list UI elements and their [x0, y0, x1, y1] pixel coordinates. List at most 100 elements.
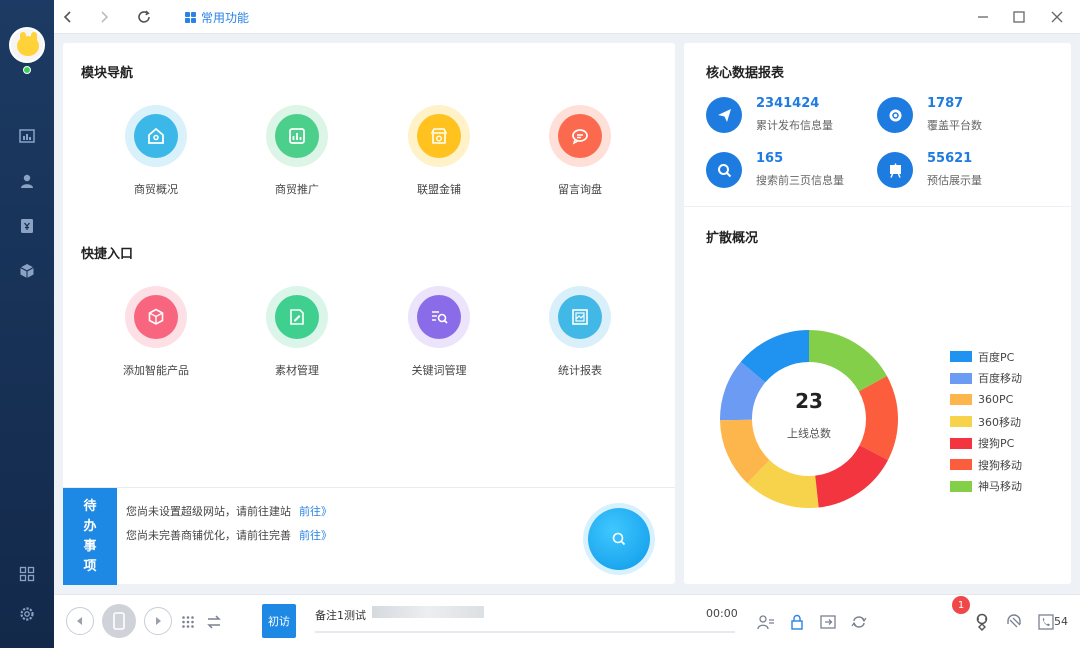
- transfer-user-icon[interactable]: [756, 612, 776, 632]
- call-progress: [315, 631, 735, 633]
- todo-item: 您尚未完善商铺优化，请前往完善 前往》: [126, 527, 332, 543]
- tile-label: 商贸推广: [275, 183, 319, 196]
- close-icon[interactable]: [1046, 6, 1068, 28]
- tile-label: 留言询盘: [558, 183, 602, 196]
- legend-swatch: [950, 459, 972, 471]
- spread-title: 扩散概况: [706, 231, 759, 246]
- chart-icon: [275, 114, 319, 158]
- legend-swatch: [950, 480, 972, 492]
- donut-center-label: 上线总数: [787, 427, 831, 440]
- notification-badge: 1: [952, 596, 970, 614]
- tile-halo: [125, 286, 187, 348]
- search-list-icon: [417, 295, 461, 339]
- tile-label: 关键词管理: [411, 364, 467, 377]
- rail-wallet-icon[interactable]: [18, 217, 36, 235]
- tile-halo: [549, 286, 611, 348]
- donut-slice[interactable]: [809, 330, 887, 392]
- box-icon: [134, 295, 178, 339]
- rail-chart-icon[interactable]: [18, 127, 36, 145]
- rail-settings-icon[interactable]: [18, 605, 36, 623]
- tile-halo: [408, 105, 470, 167]
- tab-common-functions[interactable]: 常用功能: [185, 9, 249, 26]
- legend-swatch: [950, 416, 972, 428]
- back-icon[interactable]: [58, 7, 78, 27]
- report-icon: [558, 295, 602, 339]
- stat-caption: 预估展示量: [927, 174, 982, 187]
- edit-doc-icon: [275, 295, 319, 339]
- tile-label: 添加智能产品: [123, 364, 189, 377]
- todo-goto-link[interactable]: 前往》: [299, 529, 332, 542]
- module-tile-trade-overview[interactable]: 商贸概况: [111, 105, 201, 197]
- refresh-icon[interactable]: [134, 7, 154, 27]
- shortcut-tile-keywords[interactable]: 关键词管理: [394, 286, 484, 378]
- title-bar: 常用功能: [54, 0, 1080, 34]
- stat-value: 165: [756, 151, 784, 166]
- search-icon: [706, 152, 742, 188]
- shortcut-tile-add-product[interactable]: 添加智能产品: [111, 286, 201, 378]
- donut-slice[interactable]: [815, 445, 889, 508]
- legend-swatch: [950, 351, 972, 363]
- rail-cube-icon[interactable]: [18, 262, 36, 280]
- shortcut-tile-report[interactable]: 统计报表: [535, 286, 625, 378]
- spread-donut-chart: [720, 330, 898, 508]
- data-panel: 核心数据报表 2341424 累计发布信息量 1787 覆盖平台数 165 搜索…: [684, 43, 1071, 584]
- online-status-dot: [23, 66, 31, 74]
- todo-goto-link[interactable]: 前往》: [299, 505, 332, 518]
- legend-item[interactable]: 搜狗移动: [950, 454, 1022, 476]
- rail-apps-icon[interactable]: [18, 565, 36, 583]
- stat-value: 2341424: [756, 96, 820, 111]
- minimize-icon[interactable]: [972, 6, 994, 28]
- dialpad-icon[interactable]: [178, 612, 198, 632]
- stat-caption: 累计发布信息量: [756, 119, 833, 132]
- shop-icon: [417, 114, 461, 158]
- switch-icon[interactable]: [204, 612, 224, 632]
- lock-icon[interactable]: [787, 612, 807, 632]
- stat-value: 1787: [927, 96, 964, 111]
- first-visit-button[interactable]: 初访: [262, 604, 296, 638]
- prev-icon[interactable]: [66, 607, 94, 635]
- legend-label: 360移动: [978, 415, 1021, 429]
- search-fab-button[interactable]: [588, 508, 650, 570]
- forward-icon[interactable]: [94, 7, 114, 27]
- tile-label: 联盟金铺: [417, 183, 461, 196]
- todo-tag: 待 办 事 项: [63, 488, 117, 585]
- redacted-number: [372, 606, 484, 618]
- message-icon: [558, 114, 602, 158]
- legend-item[interactable]: 神马移动: [950, 476, 1022, 498]
- todo-section: 待 办 事 项 您尚未设置超级网站，请前往建站 前往》 您尚未完善商铺优化，请前往…: [63, 487, 675, 585]
- avatar[interactable]: [9, 27, 45, 63]
- shortcut-tile-material[interactable]: 素材管理: [252, 286, 342, 378]
- phone-line-icon[interactable]: [1036, 612, 1056, 632]
- maximize-icon[interactable]: [1008, 6, 1030, 28]
- legend-swatch: [950, 372, 972, 384]
- module-tile-alliance-shop[interactable]: 联盟金铺: [394, 105, 484, 197]
- legend-item[interactable]: 百度移动: [950, 368, 1022, 390]
- agent-icon[interactable]: [972, 612, 992, 632]
- core-stats-title: 核心数据报表: [706, 66, 785, 81]
- disc-icon: [877, 97, 913, 133]
- todo-text: 您尚未设置超级网站，请前往建站: [126, 505, 291, 518]
- mobile-icon[interactable]: [102, 604, 136, 638]
- todo-tag-char: 办: [83, 518, 97, 534]
- tile-halo: [125, 105, 187, 167]
- headset-icon[interactable]: [1004, 612, 1024, 632]
- todo-text: 您尚未完善商铺优化，请前往完善: [126, 529, 291, 542]
- shortcut-title: 快捷入口: [81, 247, 134, 262]
- grid-icon: [185, 12, 196, 23]
- legend-swatch: [950, 394, 972, 406]
- next-icon[interactable]: [144, 607, 172, 635]
- module-tile-inquiry[interactable]: 留言询盘: [535, 105, 625, 197]
- legend-item[interactable]: 360移动: [950, 411, 1022, 433]
- legend-label: 搜狗PC: [978, 437, 1015, 451]
- legend-item[interactable]: 搜狗PC: [950, 432, 1022, 454]
- export-icon[interactable]: [818, 612, 838, 632]
- legend-item[interactable]: 360PC: [950, 389, 1022, 411]
- legend-label: 百度移动: [978, 372, 1022, 386]
- legend-item[interactable]: 百度PC: [950, 346, 1022, 368]
- tile-halo: [266, 105, 328, 167]
- recall-icon[interactable]: [849, 612, 869, 632]
- legend-label: 搜狗移动: [978, 458, 1022, 472]
- module-tile-trade-promotion[interactable]: 商贸推广: [252, 105, 342, 197]
- module-nav-title: 模块导航: [81, 66, 134, 81]
- rail-user-icon[interactable]: [18, 172, 36, 190]
